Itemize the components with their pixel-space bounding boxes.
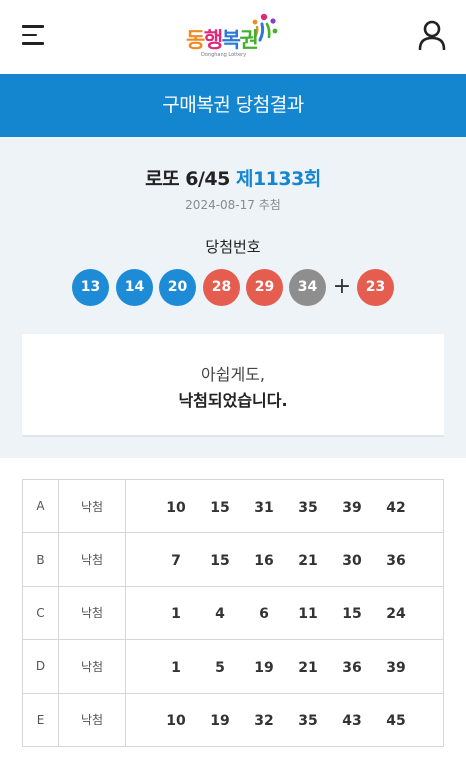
game-number: 43 xyxy=(342,713,362,730)
top-header: 동행복권 Donghang Lottery xyxy=(0,0,466,74)
game-number: 19 xyxy=(254,659,274,676)
draw-round-title: 로또 6/45 제1133회 xyxy=(0,164,466,191)
game-number: 11 xyxy=(298,606,318,623)
winning-ball: 13 xyxy=(72,269,109,306)
game-number: 5 xyxy=(215,659,225,676)
game-number: 6 xyxy=(259,606,269,623)
hamburger-menu-icon[interactable] xyxy=(22,25,46,45)
game-number: 21 xyxy=(298,659,318,676)
game-result: 낙첨 xyxy=(58,478,126,534)
game-result: 낙첨 xyxy=(58,692,126,747)
purchased-games-table: A 낙첨 10 15 31 35 39 42 B 낙첨 7 15 16 21 30 36 C 낙첨 1 4 6 11 15 2… xyxy=(22,478,444,747)
game-number: 1 xyxy=(171,606,181,623)
result-message-line1: 아쉽게도, xyxy=(201,365,265,384)
game-label: C xyxy=(22,585,59,641)
game-number: 39 xyxy=(386,659,406,676)
game-number: 35 xyxy=(298,499,318,516)
game-number: 10 xyxy=(166,713,186,730)
game-number: 4 xyxy=(215,606,225,623)
user-icon[interactable] xyxy=(416,20,448,50)
result-message-line2: 낙첨되었습니다. xyxy=(178,391,288,410)
game-numbers: 10 15 31 35 39 42 xyxy=(125,478,444,534)
game-number: 16 xyxy=(254,553,274,570)
game-row: B 낙첨 7 15 16 21 30 36 xyxy=(22,532,444,587)
game-number: 15 xyxy=(210,499,230,516)
game-number: 15 xyxy=(210,553,230,570)
game-label: D xyxy=(22,639,59,694)
logo-char: 복 xyxy=(221,28,241,52)
draw-date: 2024-08-17 추첨 xyxy=(185,198,281,212)
game-result: 낙첨 xyxy=(58,585,126,641)
game-row: A 낙첨 10 15 31 35 39 42 xyxy=(22,478,444,534)
game-row: E 낙첨 10 19 32 35 43 45 xyxy=(22,692,444,747)
game-number: 30 xyxy=(342,553,362,570)
result-message-card: 아쉽게도, 낙첨되었습니다. xyxy=(22,334,444,437)
game-label: A xyxy=(22,478,59,534)
game-number: 7 xyxy=(171,553,181,570)
bonus-ball: 23 xyxy=(357,269,394,306)
winning-ball: 28 xyxy=(203,269,240,306)
winning-ball: 29 xyxy=(246,269,283,306)
winning-ball: 20 xyxy=(159,269,196,306)
logo-char: 권 xyxy=(239,28,258,52)
game-number: 21 xyxy=(298,553,318,570)
game-number: 24 xyxy=(386,606,406,623)
logo-char: 동 xyxy=(186,28,205,52)
logo-subtitle: Donghang Lottery xyxy=(201,52,247,58)
game-numbers: 1 4 6 11 15 24 xyxy=(125,585,444,641)
game-number: 32 xyxy=(254,713,274,730)
logo-text: 동행복권 xyxy=(186,24,259,54)
game-result: 낙첨 xyxy=(58,532,126,587)
donghang-lottery-logo[interactable]: 동행복권 Donghang Lottery xyxy=(184,10,284,62)
winning-numbers: 13 14 20 28 29 34 + 23 xyxy=(72,269,402,307)
game-label: B xyxy=(22,532,59,587)
game-row: D 낙첨 1 5 19 21 36 39 xyxy=(22,639,444,694)
game-numbers: 1 5 19 21 36 39 xyxy=(125,639,444,694)
game-number: 35 xyxy=(298,713,318,730)
game-number: 45 xyxy=(386,713,406,730)
game-number: 10 xyxy=(166,499,186,516)
bonus-plus-sign: + xyxy=(332,274,352,299)
game-row: C 낙첨 1 4 6 11 15 24 xyxy=(22,585,444,641)
game-number: 31 xyxy=(254,499,274,516)
winning-ball: 34 xyxy=(289,269,326,306)
game-numbers: 7 15 16 21 30 36 xyxy=(125,532,444,587)
game-number: 1 xyxy=(171,659,181,676)
winning-ball: 14 xyxy=(116,269,153,306)
game-number: 15 xyxy=(342,606,362,623)
game-number: 42 xyxy=(386,499,406,516)
draw-result-section: 로또 6/45 제1133회 2024-08-17 추첨 당첨번호 13 14 … xyxy=(0,137,466,458)
lotto-type-label: 로또 6/45 xyxy=(145,168,230,190)
logo-char: 행 xyxy=(203,28,223,52)
game-number: 39 xyxy=(342,499,362,516)
winning-numbers-label: 당첨번호 xyxy=(205,238,261,256)
game-number: 19 xyxy=(210,713,230,730)
page-banner-title: 구매복권 당첨결과 xyxy=(0,74,466,137)
draw-round-number: 제1133회 xyxy=(235,168,321,190)
game-number: 36 xyxy=(386,553,406,570)
game-numbers: 10 19 32 35 43 45 xyxy=(125,692,444,747)
game-result: 낙첨 xyxy=(58,639,126,694)
game-label: E xyxy=(22,692,59,747)
game-number: 36 xyxy=(342,659,362,676)
